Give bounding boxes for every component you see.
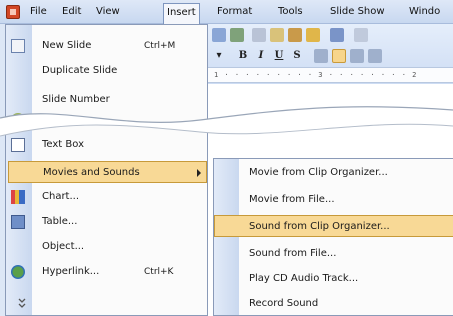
align-right-icon[interactable] [350, 49, 364, 63]
insert-menu: New Slide Ctrl+M Duplicate Slide Slide N… [5, 24, 208, 316]
menu-item-new-slide[interactable]: New Slide Ctrl+M [6, 35, 207, 57]
menu-item-movies-and-sounds[interactable]: Movies and Sounds [8, 161, 207, 183]
submenu-item-label: Sound from File... [249, 248, 337, 259]
menu-item-label: Object... [42, 241, 85, 252]
italic-button[interactable]: I [254, 49, 268, 63]
menu-item-shortcut: Ctrl+K [144, 267, 174, 277]
standard-toolbar [208, 25, 453, 45]
menu-view[interactable]: View [96, 5, 120, 21]
redo-icon[interactable] [354, 28, 368, 42]
format-painter-icon[interactable] [306, 28, 320, 42]
undo-icon[interactable] [330, 28, 344, 42]
submenu-item-label: Record Sound [249, 298, 319, 309]
ruler: 1 · · · · · · · · · 3 · · · · · · · · 2 [208, 67, 453, 83]
formatting-toolbar: ▾ B I U S [208, 46, 453, 66]
table-icon [11, 215, 25, 229]
bold-button[interactable]: B [236, 49, 250, 63]
justify-icon[interactable] [368, 49, 382, 63]
submenu-item-label: Sound from Clip Organizer... [249, 221, 390, 232]
menu-format[interactable]: Format [217, 5, 252, 21]
powerpoint-app-icon[interactable] [6, 5, 20, 19]
shadow-button[interactable]: S [290, 49, 304, 63]
menu-file[interactable]: File [30, 5, 47, 21]
new-slide-icon [11, 39, 25, 53]
menu-slide-show[interactable]: Slide Show [330, 5, 385, 21]
chart-icon [11, 190, 25, 204]
toolbar-area: ▾ B I U S 1 · · · · · · · · · 3 · · · · … [208, 24, 453, 84]
menu-window[interactable]: Windo [409, 5, 440, 21]
submenu-arrow-icon [197, 169, 201, 177]
hyperlink-icon [11, 265, 25, 279]
menu-item-duplicate-slide[interactable]: Duplicate Slide [6, 60, 207, 82]
submenu-item-label: Movie from File... [249, 194, 335, 205]
menu-item-label: Chart... [42, 191, 80, 202]
dropdown-arrow-icon[interactable]: ▾ [212, 49, 226, 63]
submenu-item-label: Movie from Clip Organizer... [249, 167, 388, 178]
movies-and-sounds-submenu: Movie from Clip Organizer... Movie from … [213, 158, 453, 316]
cut-icon[interactable] [252, 28, 266, 42]
align-left-icon[interactable] [314, 49, 328, 63]
align-center-icon[interactable] [332, 49, 346, 63]
menu-item-label: Movies and Sounds [43, 167, 140, 178]
spelling-icon[interactable] [212, 28, 226, 42]
chevron-down-icon[interactable] [16, 295, 28, 311]
menu-item-chart[interactable]: Chart... [6, 186, 207, 208]
torn-edge [0, 106, 453, 137]
submenu-item-movie-from-clip-organizer[interactable]: Movie from Clip Organizer... [214, 161, 453, 183]
menu-bar: File Edit View Insert Format Tools Slide… [0, 0, 453, 24]
submenu-item-play-cd-audio-track[interactable]: Play CD Audio Track... [214, 267, 453, 289]
menu-item-label: New Slide [42, 40, 92, 51]
menu-item-label: Duplicate Slide [42, 65, 118, 76]
submenu-item-sound-from-clip-organizer[interactable]: Sound from Clip Organizer... [214, 215, 453, 237]
menu-item-table[interactable]: Table... [6, 211, 207, 233]
menu-item-label: Table... [42, 216, 78, 227]
submenu-item-movie-from-file[interactable]: Movie from File... [214, 188, 453, 210]
research-icon[interactable] [230, 28, 244, 42]
menu-edit[interactable]: Edit [62, 5, 81, 21]
submenu-item-label: Play CD Audio Track... [249, 273, 359, 284]
menu-insert[interactable]: Insert [163, 3, 200, 24]
menu-item-object[interactable]: Object... [6, 236, 207, 258]
menu-item-label: Hyperlink... [42, 266, 100, 277]
underline-button[interactable]: U [272, 49, 286, 63]
submenu-item-sound-from-file[interactable]: Sound from File... [214, 242, 453, 264]
menu-item-hyperlink[interactable]: Hyperlink... Ctrl+K [6, 261, 207, 283]
submenu-item-record-sound[interactable]: Record Sound [214, 292, 453, 314]
copy-icon[interactable] [270, 28, 284, 42]
menu-item-shortcut: Ctrl+M [144, 41, 176, 51]
paste-icon[interactable] [288, 28, 302, 42]
menu-tools[interactable]: Tools [278, 5, 303, 21]
